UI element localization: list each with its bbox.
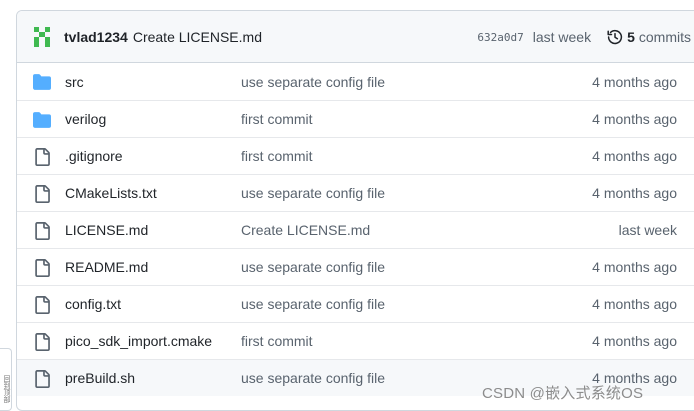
file-name-link[interactable]: preBuild.sh — [65, 370, 135, 386]
file-list: src use separate config file 4 months ago v… — [17, 63, 694, 396]
file-commit-message-link[interactable]: first commit — [241, 148, 313, 164]
file-commit-age: 4 months ago — [592, 259, 677, 275]
file-commit-age: 4 months ago — [592, 296, 677, 312]
file-commit-message-link[interactable]: use separate config file — [241, 296, 385, 312]
history-icon — [607, 29, 623, 45]
file-icon — [33, 333, 51, 351]
folder-icon — [33, 73, 51, 91]
commit-meta: 632a0d7 last week 5 commits — [477, 11, 691, 63]
file-commit-age: 4 months ago — [592, 148, 677, 164]
commits-count: 5 — [627, 29, 635, 45]
commit-date: last week — [532, 29, 592, 45]
file-row[interactable]: config.txt use separate config file 4 mont… — [17, 285, 694, 322]
commit-sha[interactable]: 632a0d7 — [477, 31, 523, 44]
file-name-link[interactable]: verilog — [65, 111, 106, 127]
latest-commit-message[interactable]: Create LICENSE.md — [133, 29, 262, 45]
page: tvlad1234 Create LICENSE.md 632a0d7 last… — [0, 0, 694, 411]
file-icon — [33, 296, 51, 314]
file-icon — [33, 148, 51, 166]
file-commit-message-link[interactable]: first commit — [241, 333, 313, 349]
file-browser: tvlad1234 Create LICENSE.md 632a0d7 last… — [16, 10, 694, 411]
file-icon — [33, 370, 51, 388]
file-row[interactable]: LICENSE.md Create LICENSE.md last week — [17, 211, 694, 248]
file-name-link[interactable]: .gitignore — [65, 148, 123, 164]
file-commit-message-link[interactable]: first commit — [241, 111, 313, 127]
file-name-link[interactable]: pico_sdk_import.cmake — [65, 333, 212, 349]
file-row[interactable]: pico_sdk_import.cmake first commit 4 month… — [17, 322, 694, 359]
file-commit-age: 4 months ago — [592, 333, 677, 349]
file-row[interactable]: README.md use separate config file 4 month… — [17, 248, 694, 285]
back-to-top-tab[interactable]: 回到顶部 — [0, 348, 12, 411]
file-commit-message-link[interactable]: use separate config file — [241, 259, 385, 275]
file-icon — [33, 222, 51, 240]
file-name-link[interactable]: CMakeLists.txt — [65, 185, 157, 201]
folder-icon — [33, 111, 51, 129]
author-avatar-icon[interactable] — [33, 26, 51, 47]
file-icon — [33, 259, 51, 277]
file-name-link[interactable]: src — [65, 74, 84, 90]
commits-label: commits — [638, 29, 691, 45]
file-commit-message-link[interactable]: use separate config file — [241, 185, 385, 201]
commit-author[interactable]: tvlad1234 — [64, 29, 128, 45]
file-commit-age: 4 months ago — [592, 185, 677, 201]
file-commit-message-link[interactable]: Create LICENSE.md — [241, 222, 370, 238]
latest-commit-bar: tvlad1234 Create LICENSE.md 632a0d7 last… — [17, 11, 694, 63]
file-name-link[interactable]: LICENSE.md — [65, 222, 148, 238]
file-row[interactable]: CMakeLists.txt use separate config file 4 … — [17, 174, 694, 211]
commits-history-link[interactable]: 5 commits — [607, 29, 691, 45]
file-row[interactable]: .gitignore first commit 4 months ago — [17, 137, 694, 174]
file-icon — [33, 185, 51, 203]
file-commit-age: last week — [618, 222, 677, 238]
watermark-text: CSDN @嵌入式系统OS — [482, 385, 644, 402]
file-row[interactable]: src use separate config file 4 months ago — [17, 63, 694, 100]
file-commit-age: 4 months ago — [592, 73, 677, 90]
file-commit-message-link[interactable]: use separate config file — [241, 370, 385, 386]
file-commit-message-link[interactable]: use separate config file — [241, 74, 385, 90]
file-name-link[interactable]: README.md — [65, 259, 148, 275]
file-name-link[interactable]: config.txt — [65, 296, 121, 312]
back-to-top-label: 回到顶部 — [3, 375, 10, 403]
file-commit-age: 4 months ago — [592, 111, 677, 127]
file-row[interactable]: verilog first commit 4 months ago — [17, 100, 694, 137]
